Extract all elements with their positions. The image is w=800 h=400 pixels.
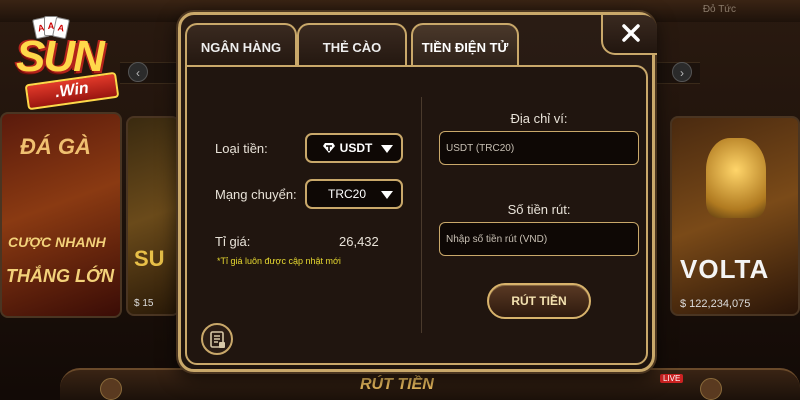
game-card-sun[interactable]: SU $ 15 (126, 116, 180, 316)
currency-select[interactable]: USDT (305, 133, 403, 163)
tab-label: NGÂN HÀNG (200, 39, 282, 55)
rate-value: 26,432 (339, 234, 379, 249)
tab-label: TIỀN ĐIỆN TỬ (421, 39, 509, 55)
card-subtitle-2: THẮNG LỚN (6, 266, 115, 286)
tab-label: THẺ CÀO (322, 39, 382, 55)
column-divider (421, 97, 422, 333)
network-label: Mạng chuyển: (215, 187, 297, 202)
usdt-icon (322, 143, 335, 153)
card-jackpot: $ 122,234,075 (680, 298, 751, 310)
currency-label: Loại tiền: (215, 141, 268, 156)
live-badge: LIVE (660, 374, 684, 383)
currency-value: USDT (339, 141, 373, 155)
card-title: VOLTA (680, 254, 770, 284)
chevron-down-icon (381, 191, 393, 199)
withdraw-modal: NGÂN HÀNG THẺ CÀO TIỀN ĐIỆN TỬ Loại tiền… (178, 12, 657, 372)
withdraw-button-label: RÚT TIỀN (511, 294, 567, 308)
tab-crypto[interactable]: TIỀN ĐIỆN TỬ (411, 23, 519, 69)
card-jackpot: $ 15 (134, 298, 154, 309)
card-title: SU (134, 246, 165, 271)
rate-label: Tỉ giá: (215, 234, 251, 249)
card-title: ĐÁ GÀ (20, 134, 91, 159)
history-button[interactable] (201, 323, 233, 355)
receipt-icon (210, 331, 225, 348)
game-card-volta[interactable]: VOLTA $ 122,234,075 (670, 116, 800, 316)
chevron-down-icon (381, 145, 393, 153)
bitcoin-icon[interactable] (100, 378, 122, 400)
withdraw-button[interactable]: RÚT TIỀN (487, 283, 591, 319)
network-select[interactable]: TRC20 (305, 179, 403, 209)
wallet-address-label: Địa chỉ ví: (510, 111, 568, 126)
bottom-nav-withdraw[interactable]: RÚT TIỀN (360, 376, 434, 394)
close-icon (622, 24, 640, 42)
scroll-right-arrow-icon[interactable]: › (672, 62, 692, 82)
withdraw-amount-label: Số tiền rút: (507, 202, 571, 217)
trophy-icon (706, 138, 766, 218)
crypto-withdraw-panel: Loại tiền: USDT Mạng chuyển: TRC20 Tỉ gi… (185, 65, 648, 365)
card-subtitle: CƯỢC NHANH (8, 234, 106, 250)
rate-note: *Tỉ giá luôn được cập nhật mới (217, 256, 341, 266)
tab-scratch-card[interactable]: THẺ CÀO (297, 23, 407, 69)
close-button[interactable] (601, 15, 657, 55)
tab-bank[interactable]: NGÂN HÀNG (185, 23, 297, 69)
withdraw-amount-input[interactable] (439, 222, 639, 256)
wallet-address-input[interactable] (439, 131, 639, 165)
network-value: TRC20 (327, 187, 366, 201)
bottom-nav: RÚT TIỀN LIVE (60, 368, 800, 400)
chat-icon[interactable] (700, 378, 722, 400)
sunwin-logo: A A A SUN .Win (4, 14, 132, 111)
topbar-text: Đỏ Tức (702, 4, 736, 15)
game-card-cockfight[interactable]: ĐÁ GÀ CƯỢC NHANH THẮNG LỚN (0, 112, 122, 318)
